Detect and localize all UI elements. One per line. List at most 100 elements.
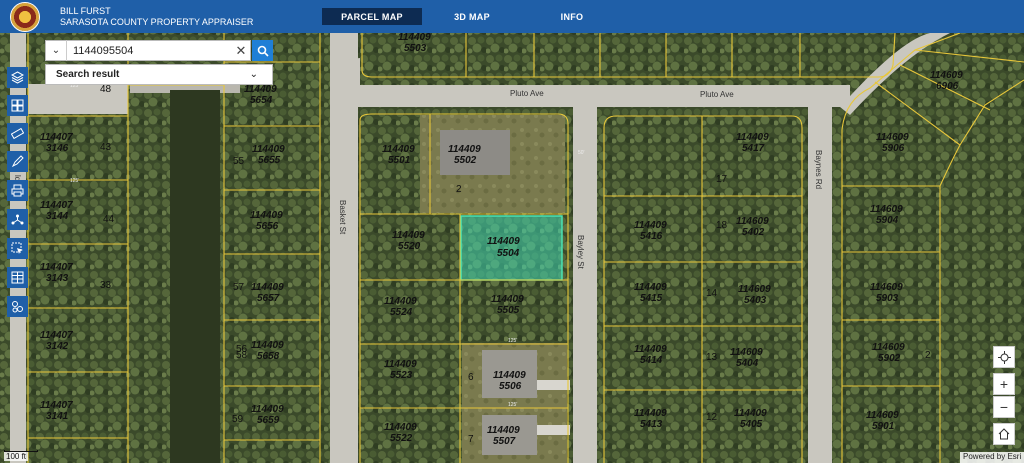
print-button[interactable] — [7, 180, 28, 201]
county-seal-logo — [10, 2, 40, 32]
tab-info[interactable]: INFO — [530, 8, 614, 25]
parcel-label-line2: 5506 — [499, 381, 522, 392]
parcel-label-line2: 5906 — [882, 143, 905, 154]
parcel-label-line1: 114609 — [730, 347, 763, 358]
chevron-down-icon: ⌄ — [249, 69, 258, 80]
parcel-label-line2: 5656 — [256, 221, 279, 232]
parcel-label-line2: 5402 — [742, 227, 765, 238]
parcel-label-line2: 5414 — [640, 355, 663, 366]
parcel-label-line1: 114407 — [40, 262, 73, 273]
parcel-label-line1: 114409 — [493, 370, 526, 381]
parcel-label-line1: 114409 — [634, 408, 667, 419]
parcel-label-line2: 5404 — [736, 358, 759, 369]
share-icon — [11, 214, 24, 225]
parcel-label-line2: 3141 — [46, 411, 69, 422]
parcel-label-line1: 114409 — [382, 144, 415, 155]
parcel-label-line1: 114409 — [251, 404, 284, 415]
parcel-label-line2: 3144 — [46, 211, 69, 222]
layers-button[interactable] — [7, 67, 28, 88]
basemap-icon — [11, 99, 24, 112]
parcel-label-line1: 114609 — [870, 204, 903, 215]
zoom-in-button[interactable]: + — [993, 373, 1015, 395]
parcel-map[interactable]: Pluto Ave Pluto Ave Basket St Bayley St … — [0, 33, 1024, 463]
brand-name: BILL FURST — [60, 6, 111, 16]
dimension-label: 50' — [578, 150, 585, 156]
search-input[interactable]: 1144095504 — [67, 45, 232, 57]
locate-button[interactable] — [993, 346, 1015, 368]
home-button[interactable] — [993, 423, 1015, 445]
parcel-label-line2: 3143 — [46, 273, 69, 284]
parcel-label-line1: 114407 — [40, 400, 73, 411]
lot-number: 14 — [706, 288, 718, 299]
search-result-label: Search result — [56, 69, 120, 80]
measure-icon — [11, 127, 24, 140]
tab-3d-map[interactable]: 3D MAP — [432, 8, 512, 25]
parcel-label-line2: 5403 — [744, 295, 767, 306]
table-icon — [11, 271, 24, 284]
parcel-label-line2: 5416 — [640, 231, 663, 242]
lot-number: 33 — [100, 280, 112, 291]
dimension-label: 125' — [70, 178, 79, 184]
parcel-label-line2: 6906 — [936, 81, 959, 92]
tab-parcel-map[interactable]: PARCEL MAP — [322, 8, 422, 25]
esri-attribution[interactable]: Powered by Esri — [960, 452, 1024, 463]
road-label-pluto-ave-2: Pluto Ave — [700, 90, 734, 99]
parcel-label-line2: 5904 — [876, 215, 899, 226]
app-header: BILL FURST SARASOTA COUNTY PROPERTY APPR… — [0, 0, 1024, 33]
lot-number: 57 — [233, 282, 245, 293]
search-button[interactable] — [252, 40, 273, 61]
clear-search-icon[interactable]: ✕ — [232, 43, 250, 59]
draw-button[interactable] — [7, 151, 28, 172]
lot-number: 59 — [232, 414, 244, 425]
settings-icon — [12, 301, 23, 313]
share-button[interactable] — [7, 209, 28, 230]
parcel-label-line2: 5522 — [390, 433, 413, 444]
measure-button[interactable] — [7, 123, 28, 144]
lot-number: 43 — [100, 142, 112, 153]
search-result-dropdown[interactable]: Search result ⌄ — [45, 64, 273, 85]
parcel-label-line2: 5524 — [390, 307, 413, 318]
road-label-baynes-rd: Baynes Rd — [814, 150, 823, 189]
parcel-label-line1: 114409 — [251, 340, 284, 351]
parcel-label-line2: 5417 — [742, 143, 765, 154]
table-button[interactable] — [7, 267, 28, 288]
map-canvas: Pluto Ave Pluto Ave Basket St Bayley St … — [0, 33, 1024, 463]
scale-label: 100 ft — [4, 452, 29, 461]
parcel-label-line2: 5413 — [640, 419, 663, 430]
print-icon — [11, 184, 24, 197]
parcel-label-line2: 5658 — [257, 351, 280, 362]
search-icon — [257, 45, 269, 57]
canal — [170, 90, 220, 463]
lot-number: 13 — [706, 352, 718, 363]
search-bar: ⌄ 1144095504 ✕ — [45, 40, 251, 61]
parcel-label-line2: 5657 — [257, 293, 280, 304]
selected-parcel-label-line2: 5504 — [497, 248, 520, 259]
layers-icon — [11, 71, 24, 84]
parcel-label-line1: 114409 — [252, 144, 285, 155]
basemap-button[interactable] — [7, 95, 28, 116]
select-icon — [11, 242, 23, 254]
parcel-label-line1: 114407 — [40, 132, 73, 143]
draw-icon — [11, 155, 24, 168]
select-button[interactable] — [7, 238, 28, 259]
parcel-label-line1: 114409 — [634, 344, 667, 355]
plus-icon: + — [999, 376, 1009, 392]
parcel-label-line1: 114409 — [634, 282, 667, 293]
search-source-chevron-icon[interactable]: ⌄ — [46, 45, 66, 56]
parcel-label-line1: 114609 — [866, 410, 899, 421]
parcel-label-line1: 114409 — [250, 210, 283, 221]
parcel-label-line1: 114409 — [392, 230, 425, 241]
zoom-out-button[interactable]: − — [993, 396, 1015, 418]
parcel-label-line1: 114609 — [872, 342, 905, 353]
parcel-label-line2: 5415 — [640, 293, 663, 304]
parcel-label-line2: 5503 — [404, 43, 427, 54]
dimension-label: 125' — [508, 402, 517, 408]
home-icon — [998, 428, 1010, 440]
parcel-label-line2: 5903 — [876, 293, 899, 304]
settings-button[interactable] — [7, 296, 28, 317]
lot-number: 2 — [456, 184, 462, 195]
lot-number: 58 — [236, 350, 248, 361]
parcel-label-line1: 114409 — [251, 282, 284, 293]
parcel-label-line1: 114609 — [738, 284, 771, 295]
parcel-label-line1: 114407 — [40, 330, 73, 341]
